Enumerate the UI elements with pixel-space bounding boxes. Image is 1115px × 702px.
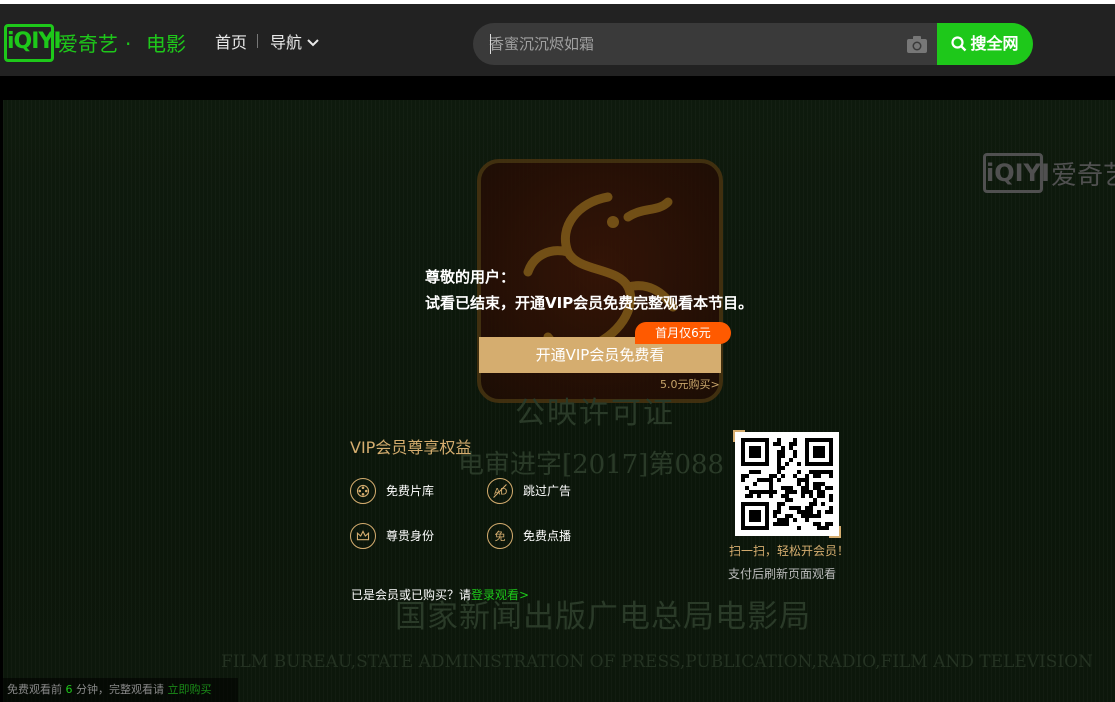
bureau-name-en: FILM BUREAU,STATE ADMINISTRATION OF PRES…	[221, 652, 1093, 672]
nav-guide-menu[interactable]: 导航	[270, 32, 302, 54]
trial-ended-message: 试看已结束，开通VIP会员免费完整观看本节目。	[425, 294, 754, 312]
text-caret	[490, 34, 491, 54]
free-preview-bar: 免费观看前 6 分钟，完整观看请 立即购买	[3, 678, 238, 702]
pay-refresh-tip: 支付后刷新页面观看	[728, 567, 837, 581]
brand-dot: ·	[125, 32, 132, 56]
svg-text:AD: AD	[494, 487, 507, 498]
preview-suffix: 分钟，完整观看请	[76, 683, 164, 696]
qr-corner	[829, 526, 841, 538]
benefit-skip-ads: AD 跳过广告	[487, 478, 597, 504]
buy-single-link[interactable]: 5.0元购买>	[660, 377, 720, 393]
vip-qr-code	[733, 430, 841, 538]
license-number: 电审进字[2017]第088	[458, 450, 725, 480]
search-input[interactable]	[489, 33, 889, 55]
buy-now-link[interactable]: 立即购买	[168, 683, 212, 696]
page-root: iQIYI 爱奇艺 · 电影 首页 导航 搜全网	[0, 0, 1115, 702]
benefit-free-vod: 免 免费点播	[487, 523, 597, 549]
benefit-label: 免费点播	[523, 529, 572, 543]
svg-text:免: 免	[494, 529, 505, 543]
benefit-vip-status: 尊贵身份	[350, 523, 460, 549]
brand-name[interactable]: 爱奇艺	[58, 30, 118, 58]
iqiyi-logo[interactable]: iQIYI	[4, 24, 62, 62]
video-player[interactable]: iQIYI 爱奇艺 公映许可证 电审进字[2017]第088 国家新闻出版广电总…	[3, 85, 1115, 702]
login-prompt: 已是会员或已购买？请登录观看>	[351, 587, 529, 603]
nav-home-link[interactable]: 首页	[215, 32, 247, 54]
free-preview-text: 免费观看前 6 分钟，完整观看请 立即购买	[7, 682, 212, 698]
watermark-logo: iQIYI	[983, 153, 1050, 193]
crown-icon	[350, 523, 376, 549]
scan-tip: 扫一扫，轻松开会员！	[729, 544, 850, 558]
login-link[interactable]: 登录观看>	[471, 588, 529, 602]
paywall-greeting: 尊敬的用户：	[425, 268, 516, 286]
qr-code-image	[741, 438, 833, 530]
ad-skip-icon: AD	[487, 478, 513, 504]
film-reel-icon	[350, 478, 376, 504]
qr-corner	[733, 430, 745, 442]
login-prompt-text: 已是会员或已购买？请	[351, 588, 472, 602]
vip-benefits-title: VIP会员尊享权益	[350, 438, 472, 457]
bureau-name-cn: 国家新闻出版广电总局电影局	[395, 599, 811, 635]
preview-prefix: 免费观看前	[7, 683, 62, 696]
benefit-label: 尊贵身份	[386, 529, 435, 543]
chevron-down-icon[interactable]	[306, 36, 320, 50]
camera-icon[interactable]	[906, 34, 928, 54]
channel-name[interactable]: 电影	[146, 30, 186, 58]
promo-badge: 首月仅6元	[635, 322, 731, 344]
benefit-label: 免费片库	[386, 484, 435, 498]
search-all-button[interactable]: 搜全网	[937, 23, 1033, 65]
benefit-free-library: 免费片库	[350, 478, 460, 504]
preview-minutes: 6	[65, 683, 73, 696]
search-bar: 搜全网	[473, 23, 1033, 65]
search-icon	[951, 36, 967, 52]
watermark-text: 爱奇艺	[1051, 161, 1115, 191]
license-title: 公映许可证	[515, 396, 675, 431]
benefit-label: 跳过广告	[523, 484, 572, 498]
nav-divider	[257, 34, 258, 48]
search-all-label: 搜全网	[970, 34, 1019, 53]
free-badge-icon: 免	[487, 523, 513, 549]
top-header: iQIYI 爱奇艺 · 电影 首页 导航 搜全网	[0, 0, 1115, 76]
